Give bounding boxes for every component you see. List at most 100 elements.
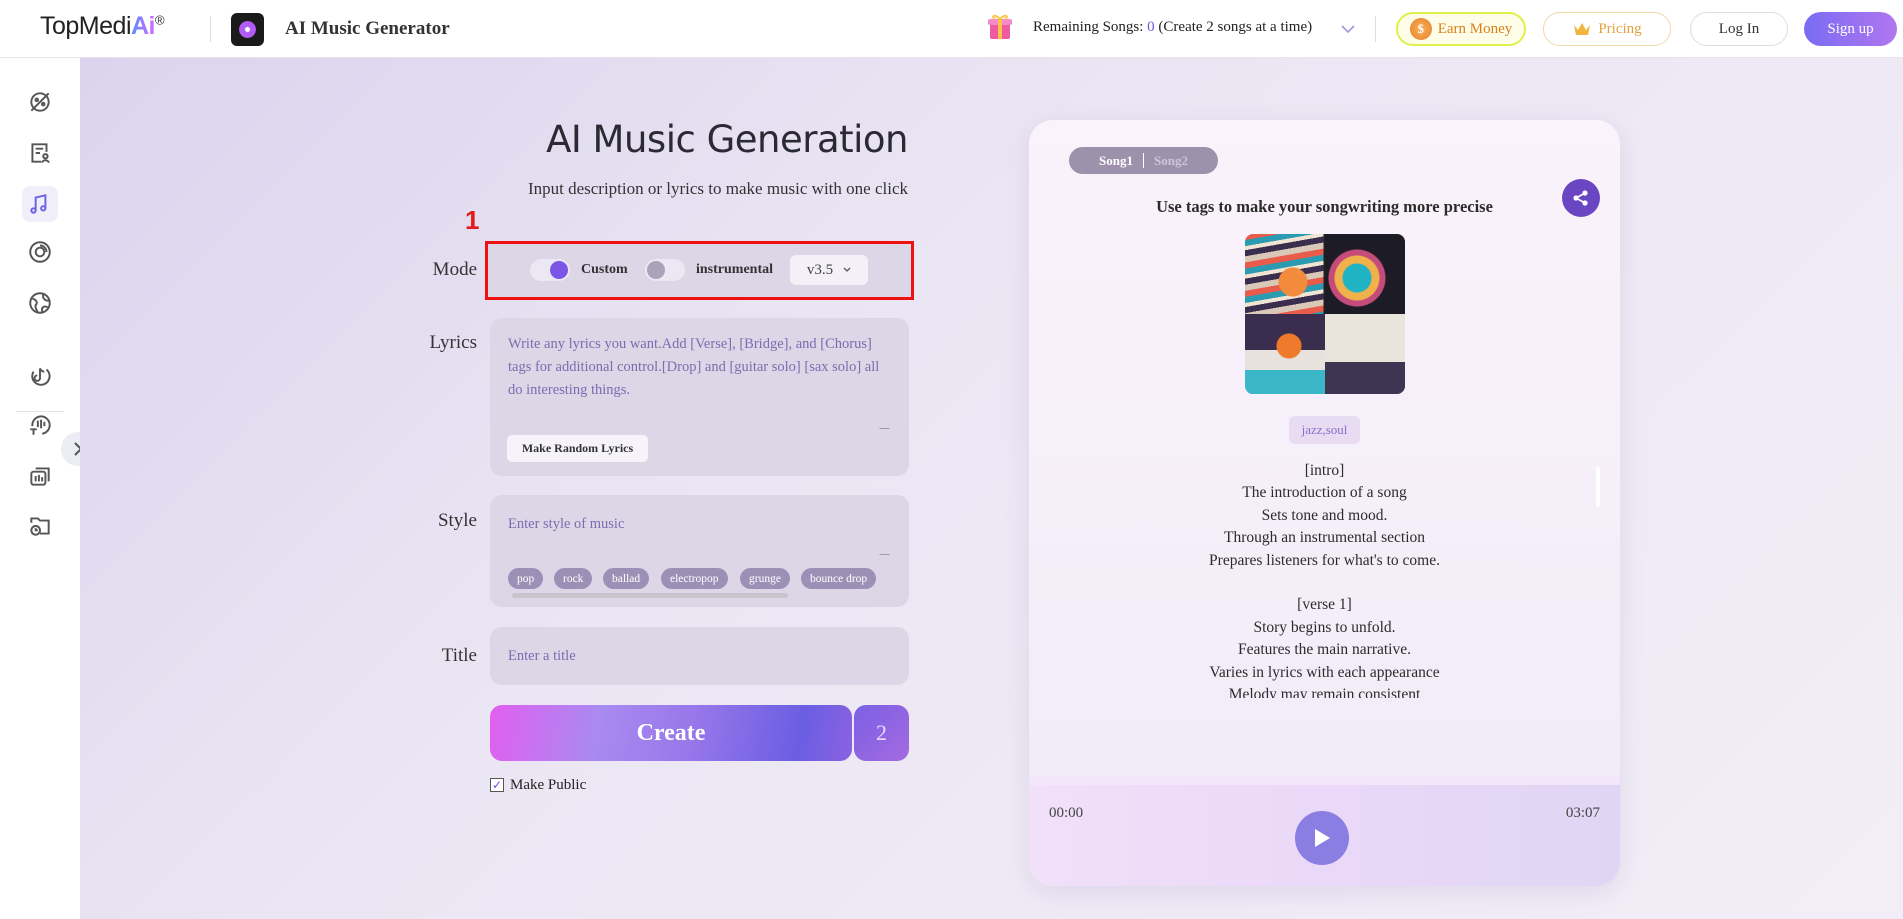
create-button[interactable]: Create [490,705,852,761]
version-select[interactable]: v3.5 [790,255,868,285]
audio-layers-icon [30,467,50,486]
lyric-line: Sets tone and mood. [1261,506,1388,524]
tab-divider [1143,153,1144,168]
lyric-line: Prepares listeners for what's to come. [1209,551,1440,569]
sidebar-item-voice[interactable] [22,407,58,443]
progress-bar[interactable] [1029,775,1620,785]
lyric-line: The introduction of a song [1242,484,1407,502]
tiktok-icon [31,367,51,386]
logo-text: TopMedi [40,12,132,40]
top-header: TopMediAi® AI Music Generator Remaining … [0,0,1903,58]
lyric-line: Varies in lyrics with each appearance [1209,663,1440,681]
lyric-line: [verse 1] [1297,596,1352,614]
title-placeholder: Enter a title [508,648,576,664]
earn-money-label: Earn Money [1437,20,1513,37]
total-time: 03:07 [1565,805,1600,821]
lyrics-label: Lyrics [429,332,478,353]
remaining-songs: Remaining Songs: 0 (Create 2 songs at a … [1033,19,1312,36]
sidebar [0,58,80,919]
logo-registered: ® [155,12,165,28]
sidebar-item-music[interactable] [22,186,58,222]
lyrics-profile-icon [31,143,50,163]
chevron-down-icon [843,267,851,272]
music-note-icon [30,194,47,214]
style-chip[interactable]: bounce drop [801,568,877,589]
earn-money-button[interactable]: $ Earn Money [1396,12,1526,46]
album-cover-image [1245,234,1405,394]
coin-icon: $ [1409,18,1432,40]
annotation-number: 1 [465,205,480,235]
current-time: 00:00 [1049,805,1084,821]
login-button[interactable]: Log In [1690,12,1788,46]
style-chip[interactable]: rock [554,568,593,589]
lyric-line: Through an instrumental section [1223,529,1426,547]
instrumental-label: instrumental [696,262,773,277]
custom-toggle[interactable] [530,259,570,281]
instrumental-toggle[interactable] [645,259,685,281]
divider [210,16,211,42]
make-public-checkbox[interactable]: ✓ [490,778,504,792]
toggle-knob-off [647,261,665,279]
title-label: Title [441,645,477,666]
cover-quadrant [1245,314,1325,394]
music-app-icon [231,13,264,46]
page-title: AI Music Generation [546,118,908,161]
mode-label: Mode [432,259,477,280]
sidebar-item-layers[interactable] [22,458,58,494]
globe-icon [29,292,51,314]
planet-icon [30,92,50,112]
style-chip[interactable]: electropop [661,568,728,589]
lyric-line: Features the main narrative. [1237,641,1411,659]
sidebar-item-tiktok[interactable] [22,358,58,394]
sidebar-item-folder[interactable] [22,508,58,544]
version-value: v3.5 [806,261,834,278]
lyric-blank [1029,572,1620,594]
tab-song2[interactable]: Song2 [1154,153,1188,169]
custom-label: Custom [581,262,628,277]
make-public-label: Make Public [510,777,587,793]
folder-clock-icon [30,517,50,536]
lyric-line: [intro] [1304,462,1345,479]
make-random-lyrics-button[interactable]: Make Random Lyrics [507,435,648,462]
song-tabs: Song1 Song2 [1069,147,1218,174]
style-chip[interactable]: ballad [603,568,650,589]
chips-scrollbar[interactable] [512,593,788,598]
page-subtitle: Input description or lyrics to make musi… [527,179,908,198]
song-preview-card: Song1 Song2 Use tags to make your songwr… [1029,120,1620,886]
audio-player: 00:00 03:07 [1029,775,1620,886]
sidebar-item-disc[interactable] [22,234,58,270]
pricing-button[interactable]: Pricing [1543,12,1671,46]
sidebar-item-globe[interactable] [22,285,58,321]
lyrics-placeholder: Write any lyrics you want.Add [Verse], [… [508,336,880,398]
signup-button[interactable]: Sign up [1804,12,1897,46]
lyric-line: Story begins to unfold. [1253,618,1396,636]
lyrics-display: [intro] The introduction of a song Sets … [1029,460,1620,698]
genre-tag: jazz,soul [1289,416,1360,444]
gift-icon [988,14,1012,39]
lyrics-scrollbar[interactable] [1596,467,1600,507]
style-placeholder: Enter style of music [508,516,625,532]
sidebar-item-lyrics[interactable] [22,135,58,171]
main-area [80,58,1903,919]
create-count: 2 [854,705,909,761]
remaining-count: 0 [1147,19,1155,35]
pricing-label: Pricing [1598,20,1642,37]
card-heading: Use tags to make your songwriting more p… [1156,197,1493,216]
style-chip[interactable]: pop [508,568,544,589]
play-button[interactable] [1295,811,1349,865]
style-label: Style [437,510,477,531]
remaining-label: Remaining Songs: [1033,19,1148,35]
toggle-knob-on [550,261,568,279]
play-icon [1315,829,1330,847]
tab-song1[interactable]: Song1 [1099,153,1133,169]
sidebar-item-planet[interactable] [22,84,58,120]
style-chip[interactable]: grunge [740,568,790,589]
style-input[interactable] [490,495,909,607]
cover-quadrant [1325,314,1405,394]
logo-ai: Ai [131,12,156,40]
topmediai-logo[interactable]: TopMediAi® [40,12,165,41]
chevron-down-icon[interactable] [1341,24,1355,34]
voice-chat-icon [30,415,51,435]
divider [1375,16,1376,42]
app-title: AI Music Generator [285,18,450,39]
